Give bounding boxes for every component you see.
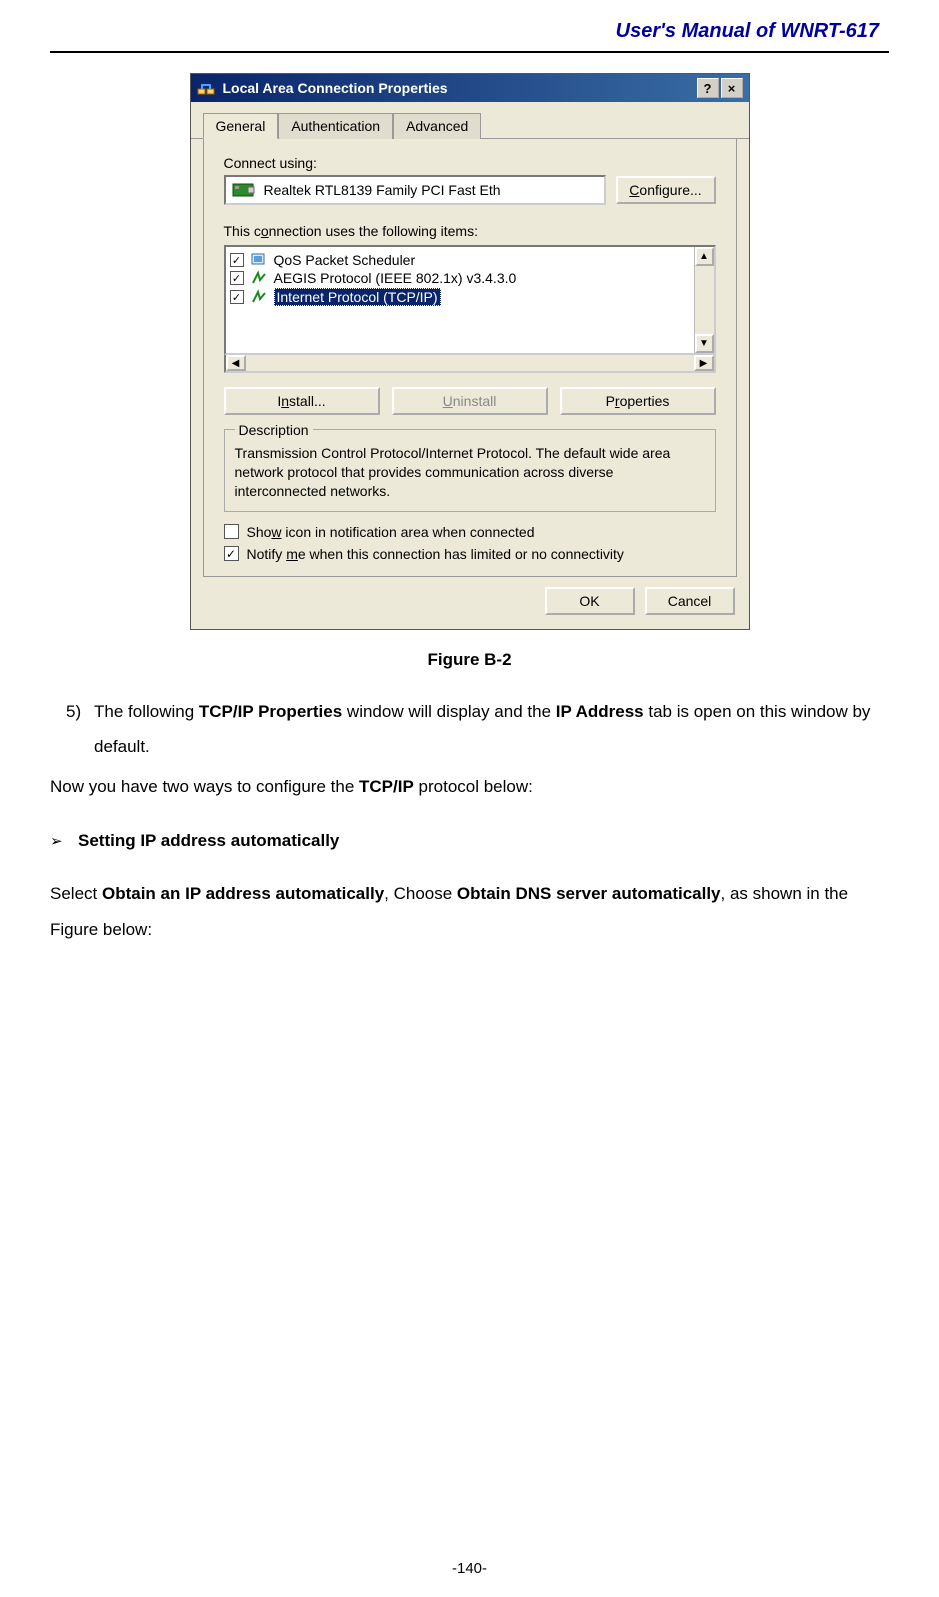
figure-caption: Figure B-2	[50, 650, 889, 670]
dialog-figure: Local Area Connection Properties ? × Gen…	[50, 73, 889, 630]
checkbox-icon[interactable]: ✓	[230, 290, 244, 304]
body-text: 5) The following TCP/IP Properties windo…	[50, 694, 889, 948]
bold-text: TCP/IP Properties	[199, 702, 342, 721]
connect-using-label: Connect using:	[224, 155, 716, 171]
bullet-text: Setting IP address automatically	[78, 823, 339, 859]
adapter-field[interactable]: Realtek RTL8139 Family PCI Fast Eth	[224, 175, 606, 205]
item-label: QoS Packet Scheduler	[274, 252, 416, 268]
checkbox-icon[interactable]	[224, 524, 239, 539]
titlebar-buttons: ? ×	[697, 78, 743, 98]
bold-text: Obtain an IP address automatically	[102, 884, 384, 903]
step-5: 5) The following TCP/IP Properties windo…	[50, 694, 889, 765]
scroll-left-icon[interactable]: ◀	[226, 355, 246, 371]
item-buttons-row: Install... Uninstall Properties	[224, 387, 716, 415]
checkbox-icon[interactable]: ✓	[230, 253, 244, 267]
show-icon-label: Show icon in notification area when conn…	[247, 524, 535, 540]
description-group: Description Transmission Control Protoco…	[224, 429, 716, 512]
configure-button[interactable]: Configure...	[616, 176, 716, 204]
description-legend: Description	[235, 422, 313, 438]
notify-label: Notify me when this connection has limit…	[247, 546, 624, 562]
scheduler-icon	[250, 252, 268, 268]
bold-text: Obtain DNS server automatically	[457, 884, 721, 903]
properties-dialog: Local Area Connection Properties ? × Gen…	[190, 73, 750, 630]
list-item[interactable]: ✓ Internet Protocol (TCP/IP)	[228, 287, 692, 307]
bold-text: TCP/IP	[359, 777, 414, 796]
adapter-name: Realtek RTL8139 Family PCI Fast Eth	[264, 182, 501, 198]
select-line: Select Obtain an IP address automaticall…	[50, 876, 889, 947]
document-page: User's Manual of WNRT-617 Local Area Con…	[0, 0, 939, 1597]
text: Select	[50, 884, 102, 903]
notify-checkbox-row[interactable]: ✓ Notify me when this connection has lim…	[224, 546, 716, 562]
tab-general[interactable]: General	[203, 113, 279, 139]
vertical-scrollbar[interactable]: ▲ ▼	[694, 247, 714, 353]
text: protocol below:	[414, 777, 533, 796]
step-content: The following TCP/IP Properties window w…	[94, 694, 889, 765]
adapter-row: Realtek RTL8139 Family PCI Fast Eth Conf…	[224, 175, 716, 205]
scroll-down-icon[interactable]: ▼	[695, 334, 714, 353]
text: The following	[94, 702, 199, 721]
checkbox-icon[interactable]: ✓	[230, 271, 244, 285]
ok-button[interactable]: OK	[545, 587, 635, 615]
connection-icon	[197, 79, 215, 97]
dialog-title: Local Area Connection Properties	[223, 80, 697, 96]
header-rule	[50, 51, 889, 53]
scroll-up-icon[interactable]: ▲	[695, 247, 714, 266]
list-item[interactable]: ✓ AEGIS Protocol (IEEE 802.1x) v3.4.3.0	[228, 269, 692, 287]
description-text: Transmission Control Protocol/Internet P…	[235, 444, 705, 501]
close-button[interactable]: ×	[721, 78, 743, 98]
bullet-icon: ➢	[50, 826, 78, 858]
connection-items-list[interactable]: ✓ QoS Packet Scheduler ✓ AEGIS Protoco	[224, 245, 716, 355]
tab-advanced[interactable]: Advanced	[393, 113, 481, 139]
dialog-titlebar[interactable]: Local Area Connection Properties ? ×	[191, 74, 749, 102]
bold-text: IP Address	[556, 702, 644, 721]
item-label: AEGIS Protocol (IEEE 802.1x) v3.4.3.0	[274, 270, 517, 286]
checkbox-icon[interactable]: ✓	[224, 546, 239, 561]
items-label: This connection uses the following items…	[224, 223, 716, 239]
text: window will display and the	[342, 702, 556, 721]
show-icon-checkbox-row[interactable]: Show icon in notification area when conn…	[224, 524, 716, 540]
tab-body-general: Connect using: Realtek RTL8139 Family PC…	[203, 139, 737, 577]
protocol-icon	[250, 270, 268, 286]
uninstall-button[interactable]: Uninstall	[392, 387, 548, 415]
items-list-inner: ✓ QoS Packet Scheduler ✓ AEGIS Protoco	[226, 247, 694, 353]
tab-authentication[interactable]: Authentication	[278, 113, 393, 139]
protocol-icon	[250, 289, 268, 305]
text: Now you have two ways to configure the	[50, 777, 359, 796]
config-line: Now you have two ways to configure the T…	[50, 769, 889, 805]
bullet-item: ➢ Setting IP address automatically	[50, 823, 889, 859]
dialog-footer: OK Cancel	[191, 587, 749, 629]
page-header-title: User's Manual of WNRT-617	[50, 20, 889, 51]
nic-icon	[232, 181, 256, 199]
step-number: 5)	[50, 694, 94, 765]
properties-button[interactable]: Properties	[560, 387, 716, 415]
list-item[interactable]: ✓ QoS Packet Scheduler	[228, 251, 692, 269]
scroll-right-icon[interactable]: ▶	[694, 355, 714, 371]
page-number: -140-	[0, 1560, 939, 1577]
help-button[interactable]: ?	[697, 78, 719, 98]
tab-strip: General Authentication Advanced	[191, 102, 749, 139]
horizontal-scrollbar[interactable]: ◀ ▶	[224, 353, 716, 373]
text: , Choose	[384, 884, 457, 903]
item-label-selected: Internet Protocol (TCP/IP)	[274, 288, 441, 306]
cancel-button[interactable]: Cancel	[645, 587, 735, 615]
install-button[interactable]: Install...	[224, 387, 380, 415]
